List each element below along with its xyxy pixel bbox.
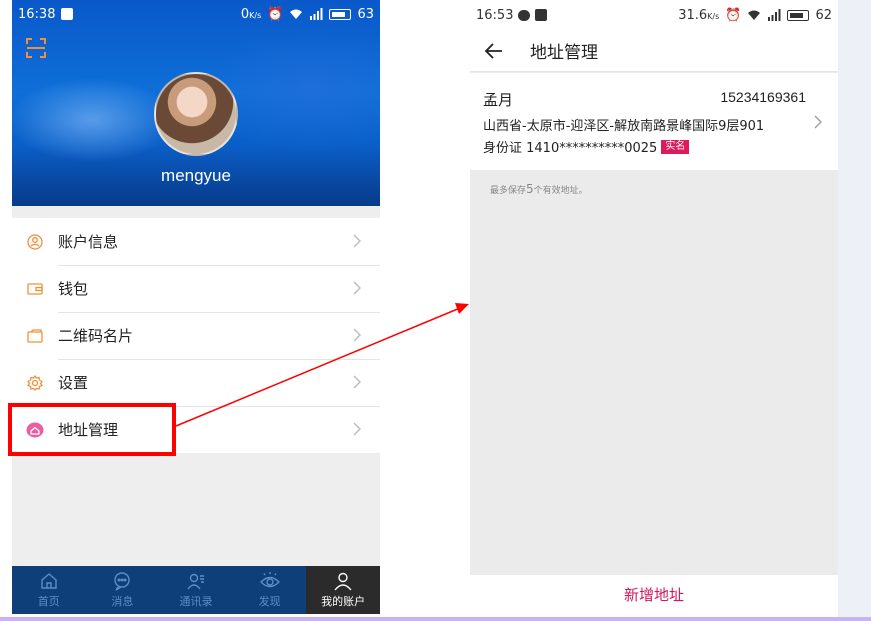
add-address-label: 新增地址 <box>623 586 684 604</box>
signal-icon <box>310 8 323 20</box>
chat-icon <box>114 572 131 591</box>
message-icon <box>518 9 531 21</box>
recipient-name: 孟月 <box>483 91 514 109</box>
status-time: 16:53 <box>476 7 514 23</box>
id-number: 身份证 1410**********0025 <box>483 141 658 156</box>
contacts-icon <box>187 573 204 590</box>
menu-item-account-info[interactable]: 账户信息 <box>12 218 380 265</box>
background-panel <box>838 0 871 621</box>
chevron-right-icon <box>353 234 361 248</box>
chevron-right-icon <box>353 328 361 342</box>
address-card[interactable]: 孟月 15234169361 山西省-太原市-迎泽区-解放南路景峰国际9层901… <box>470 73 838 170</box>
tab-label: 我的账户 <box>321 595 366 608</box>
chevron-right-icon <box>814 115 822 129</box>
notification-icon <box>61 8 74 20</box>
menu-item-qr-card[interactable]: 二维码名片 <box>12 312 380 359</box>
battery-level: 62 <box>815 7 832 23</box>
account-screen: 16:38 0K/s ⏰ 63 mengyue 账户信息 钱包 二维码名片 设置… <box>12 0 380 614</box>
battery-icon <box>787 9 810 21</box>
chevron-right-icon <box>353 422 361 436</box>
status-bar: 16:53 31.6K/s ⏰ 62 <box>470 0 838 30</box>
alarm-icon: ⏰ <box>725 7 742 23</box>
network-speed: 31.6K/s <box>678 7 720 23</box>
wallet-icon <box>26 280 44 298</box>
eye-icon <box>259 572 280 588</box>
person-circle-icon <box>26 233 44 251</box>
signal-icon <box>768 9 781 21</box>
qr-card-icon <box>26 327 44 345</box>
menu-item-label: 钱包 <box>58 280 89 298</box>
scan-icon[interactable] <box>26 38 46 58</box>
menu-item-label: 账户信息 <box>58 233 119 251</box>
id-row: 身份证 1410**********0025 实名 <box>483 137 690 156</box>
back-arrow-icon[interactable] <box>482 39 506 63</box>
tab-home[interactable]: 首页 <box>12 566 86 614</box>
status-time: 16:38 <box>18 6 56 22</box>
nav-header: 地址管理 <box>470 30 838 72</box>
wifi-icon <box>290 9 303 19</box>
menu-item-label: 二维码名片 <box>58 327 134 345</box>
tab-label: 通讯录 <box>179 595 213 608</box>
page-title: 地址管理 <box>530 43 598 63</box>
tab-discover[interactable]: 发现 <box>233 566 307 614</box>
tab-label: 消息 <box>111 595 134 608</box>
network-speed: 0K/s <box>240 6 262 22</box>
home-icon <box>41 573 57 589</box>
avatar[interactable] <box>154 72 238 156</box>
chevron-right-icon <box>353 375 361 389</box>
notification-icon <box>535 9 548 21</box>
username: mengyue <box>161 166 231 185</box>
address-management-screen: 16:53 31.6K/s ⏰ 62 地址管理 孟月 15234169361 山… <box>470 0 838 614</box>
verified-badge: 实名 <box>661 139 690 154</box>
menu-item-settings[interactable]: 设置 <box>12 359 380 406</box>
bottom-tab-bar: 首页 消息 通讯录 发现 我的账户 <box>12 566 380 614</box>
highlight-box <box>8 403 176 456</box>
tab-my-account[interactable]: 我的账户 <box>306 566 380 614</box>
tab-messages[interactable]: 消息 <box>86 566 160 614</box>
wifi-icon <box>748 10 761 20</box>
tab-label: 首页 <box>37 595 60 608</box>
battery-level: 63 <box>357 6 374 22</box>
screenshot-canvas: 16:38 0K/s ⏰ 63 mengyue 账户信息 钱包 二维码名片 设置… <box>0 0 871 621</box>
menu-item-label: 设置 <box>58 374 89 392</box>
tab-label: 发现 <box>258 595 281 608</box>
account-icon <box>334 572 352 591</box>
profile-header: 16:38 0K/s ⏰ 63 mengyue <box>12 0 380 206</box>
bottom-border <box>0 617 871 621</box>
gear-icon <box>26 374 44 392</box>
address-limit-hint: 最多保存5个有效地址。 <box>490 182 588 196</box>
add-address-button[interactable]: 新增地址 <box>470 575 838 614</box>
address-line: 山西省-太原市-迎泽区-解放南路景峰国际9层901 <box>483 119 765 134</box>
tab-contacts[interactable]: 通讯录 <box>159 566 233 614</box>
alarm-icon: ⏰ <box>267 6 284 22</box>
menu-item-wallet[interactable]: 钱包 <box>12 265 380 312</box>
status-bar: 16:38 0K/s ⏰ 63 <box>12 0 380 28</box>
chevron-right-icon <box>353 281 361 295</box>
recipient-phone: 15234169361 <box>720 89 806 105</box>
battery-icon <box>329 8 352 20</box>
